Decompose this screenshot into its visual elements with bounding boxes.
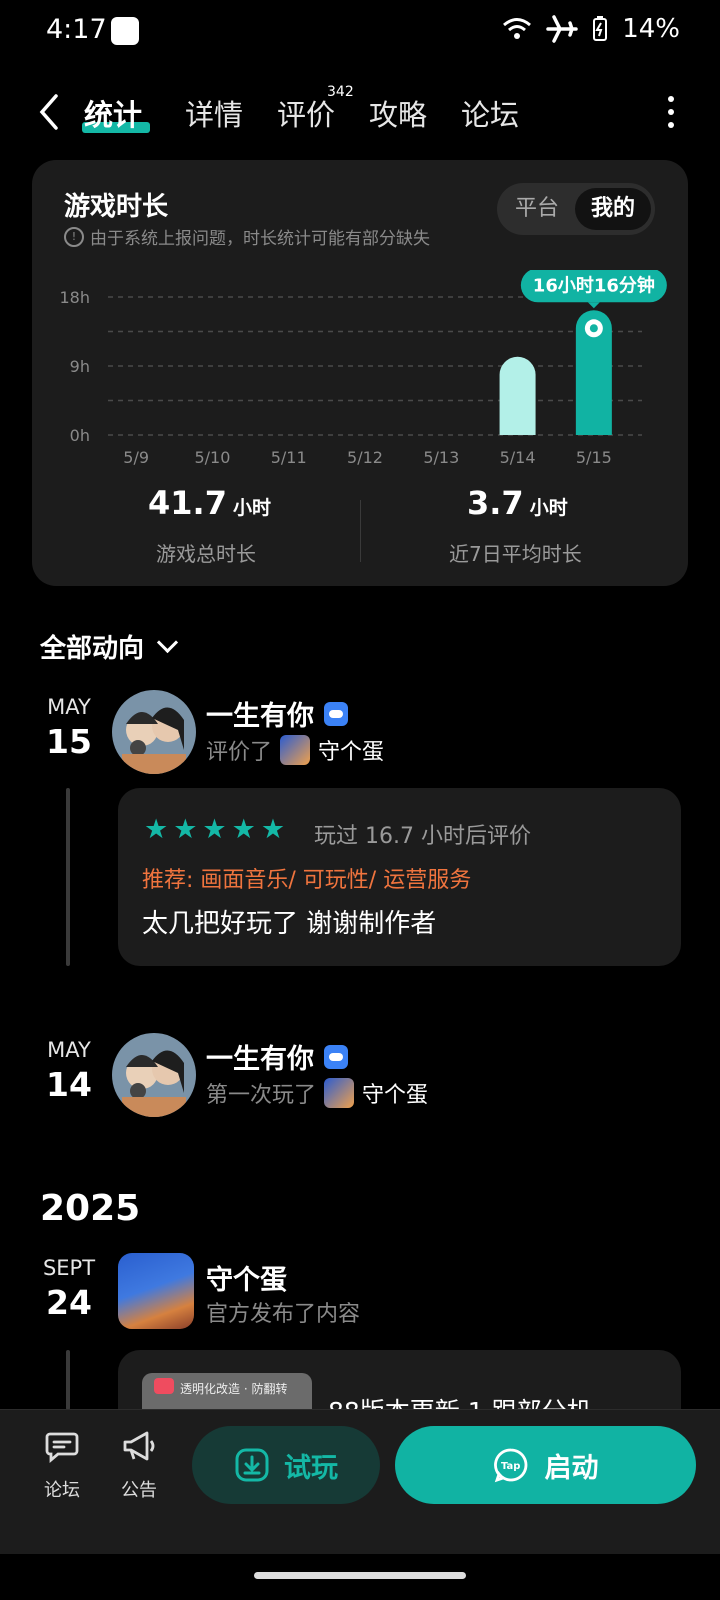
avg-playtime-unit: 小时 [529, 497, 568, 519]
airplane-icon [546, 15, 578, 43]
y-tick-label: 9h [70, 357, 90, 376]
review-text: 太几把好玩了 谢谢制作者 [142, 909, 437, 939]
y-tick-label: 18h [60, 288, 90, 307]
avg-playtime-label: 近7日平均时长 [449, 542, 582, 566]
feed-user[interactable]: 一生有你 [206, 694, 348, 733]
chevron-down-icon [156, 631, 179, 654]
total-playtime-unit: 小时 [232, 497, 271, 519]
feed-date-month: MAY [47, 695, 91, 719]
feed-user-name: 一生有你 [206, 701, 314, 732]
bottom-notice[interactable]: 公告 [109, 1428, 169, 1502]
game-thumbnail-icon [324, 1078, 355, 1108]
chart-bar-marker-dot [589, 324, 598, 333]
wifi-icon [503, 18, 532, 39]
source-toggle: 平台 我的 [497, 183, 655, 235]
chart-tooltip-pointer [587, 302, 600, 309]
timeline-line [66, 1350, 70, 1410]
back-icon[interactable] [30, 88, 70, 136]
y-tick-label: 0h [70, 426, 90, 445]
feed-date-month: SEPT [42, 1256, 96, 1280]
trial-button[interactable]: 试玩 [192, 1426, 380, 1504]
x-tick-label: 5/11 [271, 448, 307, 467]
feed-date-month: MAY [47, 1038, 91, 1062]
feed-date-day: 15 [46, 722, 92, 761]
rating-stars-icon: ★★★★★ [144, 814, 291, 845]
review-played-time: 玩过 16.7 小时后评价 [314, 824, 531, 849]
review-recommend-tags: 推荐: 画面音乐/ 可玩性/ 运营服务 [142, 868, 472, 893]
status-indicators: 14% [502, 14, 680, 44]
year-heading: 2025 [40, 1188, 141, 1229]
total-playtime-value: 41.7 [148, 484, 227, 522]
toggle-platform[interactable]: 平台 [502, 188, 572, 230]
tab-guides[interactable]: 攻略 [369, 92, 427, 134]
x-tick-label: 5/13 [423, 448, 459, 467]
user-avatar[interactable] [112, 1033, 196, 1117]
feed-game-link[interactable]: 守个蛋 [362, 1077, 428, 1109]
post-action-text: 官方发布了内容 [206, 1302, 361, 1327]
post-game-name[interactable]: 守个蛋 [206, 1258, 287, 1297]
game-icon[interactable] [118, 1253, 194, 1329]
feed-user[interactable]: 一生有你 [206, 1037, 348, 1076]
post-thumbnail-tag [154, 1378, 174, 1394]
battery-percent: 14% [622, 14, 680, 44]
avg-playtime-stat: 3.7 小时 [467, 484, 568, 522]
feed-action-text: 评价了 [206, 740, 273, 765]
avg-playtime-value: 3.7 [467, 484, 524, 522]
playtime-note: ! 由于系统上报问题，时长统计可能有部分缺失 [64, 224, 430, 249]
activity-filter[interactable]: 全部动向 [40, 628, 179, 665]
gamepad-badge-icon [324, 1044, 348, 1069]
gamepad-badge-icon [324, 701, 348, 726]
feed-game-link[interactable]: 守个蛋 [318, 734, 384, 766]
home-indicator[interactable] [254, 1572, 466, 1579]
taptap-logo-icon: Tap [493, 1448, 527, 1483]
total-playtime-stat: 41.7 小时 [148, 484, 271, 522]
more-options-icon[interactable] [668, 96, 676, 135]
toggle-mine[interactable]: 我的 [575, 188, 651, 230]
post-thumbnail-text: 透明化改造 · 防翻转 [180, 1382, 288, 1396]
review-count-badge: 342 [327, 84, 354, 100]
stats-divider [360, 500, 361, 562]
start-label: 启动 [544, 1452, 599, 1484]
game-thumbnail-icon [280, 735, 311, 765]
x-tick-label: 5/12 [347, 448, 383, 467]
forum-label: 论坛 [44, 1480, 80, 1501]
tab-details[interactable]: 详情 [185, 92, 243, 134]
bottom-forum[interactable]: 论坛 [32, 1428, 92, 1502]
total-playtime-label: 游戏总时长 [156, 542, 256, 566]
trial-label: 试玩 [284, 1452, 338, 1484]
tab-stats[interactable]: 统计 [84, 92, 142, 134]
x-tick-label: 5/9 [123, 448, 149, 467]
feed-action: 第一次玩了 守个蛋 [206, 1077, 428, 1109]
start-button[interactable]: Tap 启动 [395, 1426, 696, 1504]
post-game-name-text: 守个蛋 [206, 1265, 287, 1296]
x-tick-label: 5/15 [576, 448, 612, 467]
feed-action-text: 第一次玩了 [206, 1083, 317, 1108]
playtime-note-text: 由于系统上报问题，时长统计可能有部分缺失 [90, 229, 430, 249]
playtime-title: 游戏时长 [64, 192, 169, 222]
timeline-line [66, 788, 70, 966]
chart-tooltip-label: 16小时16分钟 [533, 274, 655, 296]
status-time: 4:17 [46, 14, 107, 45]
download-icon [235, 1448, 269, 1482]
user-avatar[interactable] [112, 690, 196, 774]
battery-icon [593, 16, 608, 41]
info-icon: ! [64, 226, 84, 247]
activity-filter-label: 全部动向 [40, 634, 145, 664]
x-tick-label: 5/14 [500, 448, 536, 467]
chart-bar [499, 356, 536, 435]
taptap-logo-text: Tap [501, 1461, 520, 1472]
feed-user-name: 一生有你 [206, 1044, 314, 1075]
feed-date-day: 24 [46, 1283, 92, 1322]
notification-icon [111, 17, 139, 45]
playtime-chart: 0h 9h 18h 5/9 5/10 5/11 5/12 5/13 5/14 5/15 16小时16… [60, 270, 667, 467]
x-tick-label: 5/10 [194, 448, 230, 467]
tab-forum[interactable]: 论坛 [461, 92, 519, 134]
megaphone-icon [123, 1431, 155, 1461]
feed-action: 评价了 守个蛋 [206, 734, 384, 766]
forum-icon [45, 1432, 79, 1464]
post-action: 官方发布了内容 [206, 1296, 360, 1328]
notice-label: 公告 [121, 1480, 157, 1501]
feed-date-day: 14 [46, 1065, 92, 1104]
